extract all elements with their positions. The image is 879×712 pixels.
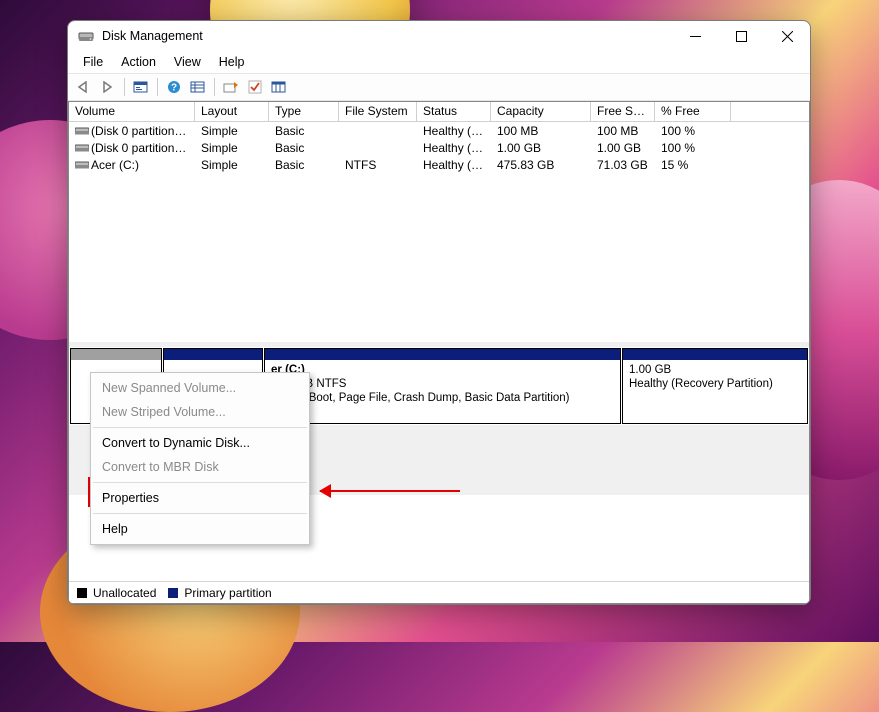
legend-unallocated-label: Unallocated [93,586,156,600]
disk-icon [75,142,89,152]
menu-help[interactable]: Help [210,53,254,71]
disk-icon [75,159,89,169]
legend: Unallocated Primary partition [69,581,809,603]
close-button[interactable] [764,21,810,51]
col-filesystem[interactable]: File System [339,102,417,121]
volume-list-header[interactable]: Volume Layout Type File System Status Ca… [69,102,809,122]
menu-view[interactable]: View [165,53,210,71]
col-capacity[interactable]: Capacity [491,102,591,121]
partition-c-title: er (C:) [271,363,614,377]
menu-file[interactable]: File [74,53,112,71]
svg-text:?: ? [171,83,177,94]
partition-recovery-status: Healthy (Recovery Partition) [629,377,801,391]
app-icon [78,28,94,44]
volume-row[interactable]: (Disk 0 partition 1)SimpleBasicHealthy (… [69,122,809,139]
disk-icon [75,125,89,135]
forward-button[interactable] [96,76,120,98]
menu-action[interactable]: Action [112,53,165,71]
list-view-icon[interactable] [186,76,210,98]
col-volume[interactable]: Volume [69,102,195,121]
legend-primary-label: Primary partition [184,586,271,600]
ctx-convert-mbr: Convert to MBR Disk [92,455,308,479]
volume-row[interactable]: Acer (C:)SimpleBasicNTFSHealthy (B...475… [69,156,809,173]
back-button[interactable] [72,76,96,98]
menu-bar: File Action View Help [68,51,810,73]
col-pctfree[interactable]: % Free [655,102,731,121]
ctx-help[interactable]: Help [92,517,308,541]
legend-unallocated-swatch [77,588,87,598]
action-icon[interactable] [219,76,243,98]
volume-list[interactable]: Volume Layout Type File System Status Ca… [69,102,809,347]
columns-icon[interactable] [267,76,291,98]
ctx-convert-dynamic[interactable]: Convert to Dynamic Disk... [92,431,308,455]
col-freespace[interactable]: Free Spa... [591,102,655,121]
help-icon[interactable]: ? [162,76,186,98]
partition-c[interactable]: er (C:) 5.83 GB NTFS ealthy (Boot, Page … [264,348,621,424]
ctx-new-spanned: New Spanned Volume... [92,376,308,400]
col-type[interactable]: Type [269,102,339,121]
partition-c-status: ealthy (Boot, Page File, Crash Dump, Bas… [271,391,614,405]
check-icon[interactable] [243,76,267,98]
maximize-button[interactable] [718,21,764,51]
ctx-new-striped: New Striped Volume... [92,400,308,424]
partition-c-size: 5.83 GB NTFS [271,377,614,391]
legend-primary-swatch [168,588,178,598]
minimize-button[interactable] [672,21,718,51]
ctx-properties[interactable]: Properties [92,486,308,510]
partition-recovery[interactable]: 1.00 GB Healthy (Recovery Partition) [622,348,808,424]
title-bar[interactable]: Disk Management [68,21,810,51]
disk-context-menu[interactable]: New Spanned Volume... New Striped Volume… [90,372,310,545]
refresh-settings-icon[interactable] [129,76,153,98]
partition-recovery-size: 1.00 GB [629,363,801,377]
col-layout[interactable]: Layout [195,102,269,121]
toolbar: ? [68,73,810,101]
col-status[interactable]: Status [417,102,491,121]
volume-row[interactable]: (Disk 0 partition 4)SimpleBasicHealthy (… [69,139,809,156]
window-title: Disk Management [102,29,203,43]
